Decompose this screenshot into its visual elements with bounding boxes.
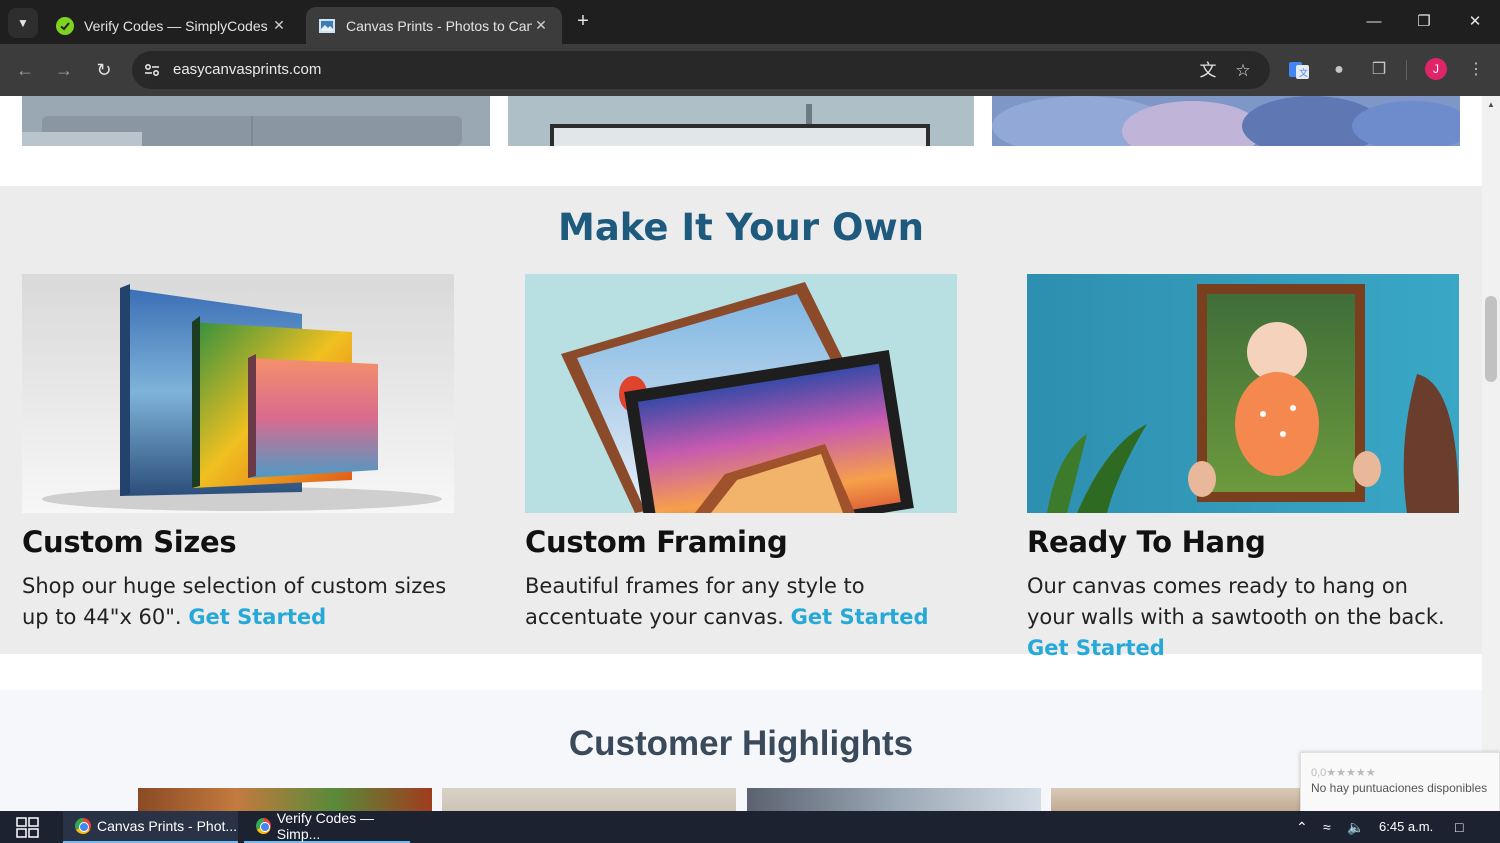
card-custom-sizes: Custom Sizes Shop our huge selection of … <box>22 274 456 633</box>
taskbar-app-label: Canvas Prints - Phot... <box>97 818 238 834</box>
back-arrow-icon[interactable]: ← <box>12 57 38 83</box>
get-started-link[interactable]: Get Started <box>188 605 326 629</box>
tab-title: Verify Codes — SimplyCodes <box>84 17 268 34</box>
ready-to-hang-image <box>1027 274 1459 513</box>
make-it-your-own-section: Make It Your Own Custom Sizes Shop our h… <box>0 186 1482 660</box>
highlight-thumbnail[interactable] <box>442 788 736 811</box>
page-viewport: Make It Your Own Custom Sizes Shop our h… <box>0 96 1482 811</box>
canvas-favicon-icon <box>319 18 335 33</box>
puzzle-extensions-icon[interactable]: ❒ <box>1366 57 1392 83</box>
chevron-down-icon: ▼ <box>17 16 29 30</box>
get-started-link[interactable]: Get Started <box>1027 636 1165 660</box>
customer-highlights-section: Customer Highlights <box>0 690 1482 811</box>
simplycodes-favicon-icon <box>56 16 74 35</box>
close-icon[interactable]: ✕ <box>532 17 550 34</box>
custom-sizes-image <box>22 274 454 513</box>
rating-text: No hay puntuaciones disponibles <box>1311 781 1488 795</box>
bookmark-star-icon[interactable]: ☆ <box>1232 60 1254 82</box>
get-started-link[interactable]: Get Started <box>791 605 929 629</box>
scroll-up-icon[interactable]: ▲ <box>1482 100 1500 109</box>
taskbar-app-label: Verify Codes — Simp... <box>276 810 374 842</box>
room-image-sofa <box>22 96 490 146</box>
scrollbar-thumb[interactable] <box>1485 296 1497 382</box>
extension-icon[interactable]: ● <box>1326 57 1352 83</box>
kebab-menu-icon[interactable]: ⋮ <box>1463 57 1489 83</box>
room-image-console <box>508 96 974 146</box>
svg-text:文: 文 <box>1299 67 1308 79</box>
forward-arrow-icon[interactable]: → <box>51 57 77 83</box>
browser-toolbar: ← → ↻ easycanvasprints.com 文 ☆ 文 ● ❒ ⋮ <box>0 44 1500 96</box>
card-title: Custom Framing <box>525 525 788 559</box>
section-title: Customer Highlights <box>568 724 914 763</box>
tab-canvas-prints[interactable]: Canvas Prints - Photos to Canvas ✕ <box>306 7 562 44</box>
room-image-pillows <box>992 96 1460 146</box>
toolbar-divider <box>1406 60 1407 80</box>
card-description: Beautiful frames for any style to accent… <box>525 574 929 629</box>
custom-framing-image <box>525 274 957 513</box>
chrome-icon <box>256 818 271 834</box>
rating-stars: 0,0★★★★★ <box>1311 767 1376 779</box>
card-description: Shop our huge selection of custom sizes … <box>22 574 447 629</box>
task-view-icon[interactable] <box>16 817 40 839</box>
wifi-icon[interactable]: ≈ <box>1323 819 1331 835</box>
card-custom-framing: Custom Framing Beautiful frames for any … <box>525 274 959 633</box>
minimize-icon[interactable]: — <box>1359 8 1389 36</box>
volume-muted-icon[interactable]: 🔈 <box>1347 819 1364 836</box>
windows-taskbar: Canvas Prints - Phot... Verify Codes — S… <box>0 810 1500 843</box>
tab-verify-codes[interactable]: Verify Codes — SimplyCodes ✕ <box>44 7 300 44</box>
site-settings-icon[interactable] <box>142 60 162 80</box>
tab-strip: ▼ Verify Codes — SimplyCodes ✕ Canvas Pr… <box>0 0 1500 44</box>
page-scrollbar[interactable]: ▲ ▼ <box>1482 96 1500 811</box>
highlight-thumbnail[interactable] <box>138 788 432 811</box>
tab-search-button[interactable]: ▼ <box>8 8 38 38</box>
restore-icon[interactable]: ❐ <box>1409 8 1439 36</box>
new-tab-button[interactable]: + <box>572 10 594 32</box>
translate-icon[interactable]: 文 <box>1197 60 1219 82</box>
reload-icon[interactable]: ↻ <box>91 57 117 83</box>
highlight-thumbnail[interactable] <box>747 788 1041 811</box>
recaptcha-rating-badge[interactable]: 0,0★★★★★ No hay puntuaciones disponibles <box>1300 752 1500 812</box>
section-title: Make It Your Own <box>558 206 924 249</box>
card-title: Ready To Hang <box>1027 525 1266 559</box>
card-ready-to-hang: Ready To Hang Our canvas comes ready to … <box>1027 274 1461 664</box>
taskbar-app-canvas-prints[interactable]: Canvas Prints - Phot... <box>63 811 238 843</box>
chevron-up-icon[interactable]: ⌃ <box>1296 819 1308 836</box>
close-icon[interactable]: ✕ <box>270 17 288 34</box>
profile-avatar[interactable]: J <box>1425 58 1447 80</box>
card-description: Our canvas comes ready to hang on your w… <box>1027 574 1445 660</box>
clock-time[interactable]: 6:45 a.m. <box>1379 819 1433 834</box>
close-window-icon[interactable]: ✕ <box>1460 8 1490 36</box>
tab-title: Canvas Prints - Photos to Canvas <box>346 17 532 34</box>
notifications-icon[interactable]: □ <box>1455 819 1463 835</box>
url-text: easycanvasprints.com <box>173 61 322 78</box>
taskbar-app-verify-codes[interactable]: Verify Codes — Simp... <box>244 810 410 843</box>
address-bar[interactable]: easycanvasprints.com 文 ☆ <box>132 51 1270 89</box>
chrome-icon <box>75 818 91 834</box>
card-title: Custom Sizes <box>22 525 237 559</box>
google-translate-extension-icon[interactable]: 文 <box>1286 57 1312 83</box>
